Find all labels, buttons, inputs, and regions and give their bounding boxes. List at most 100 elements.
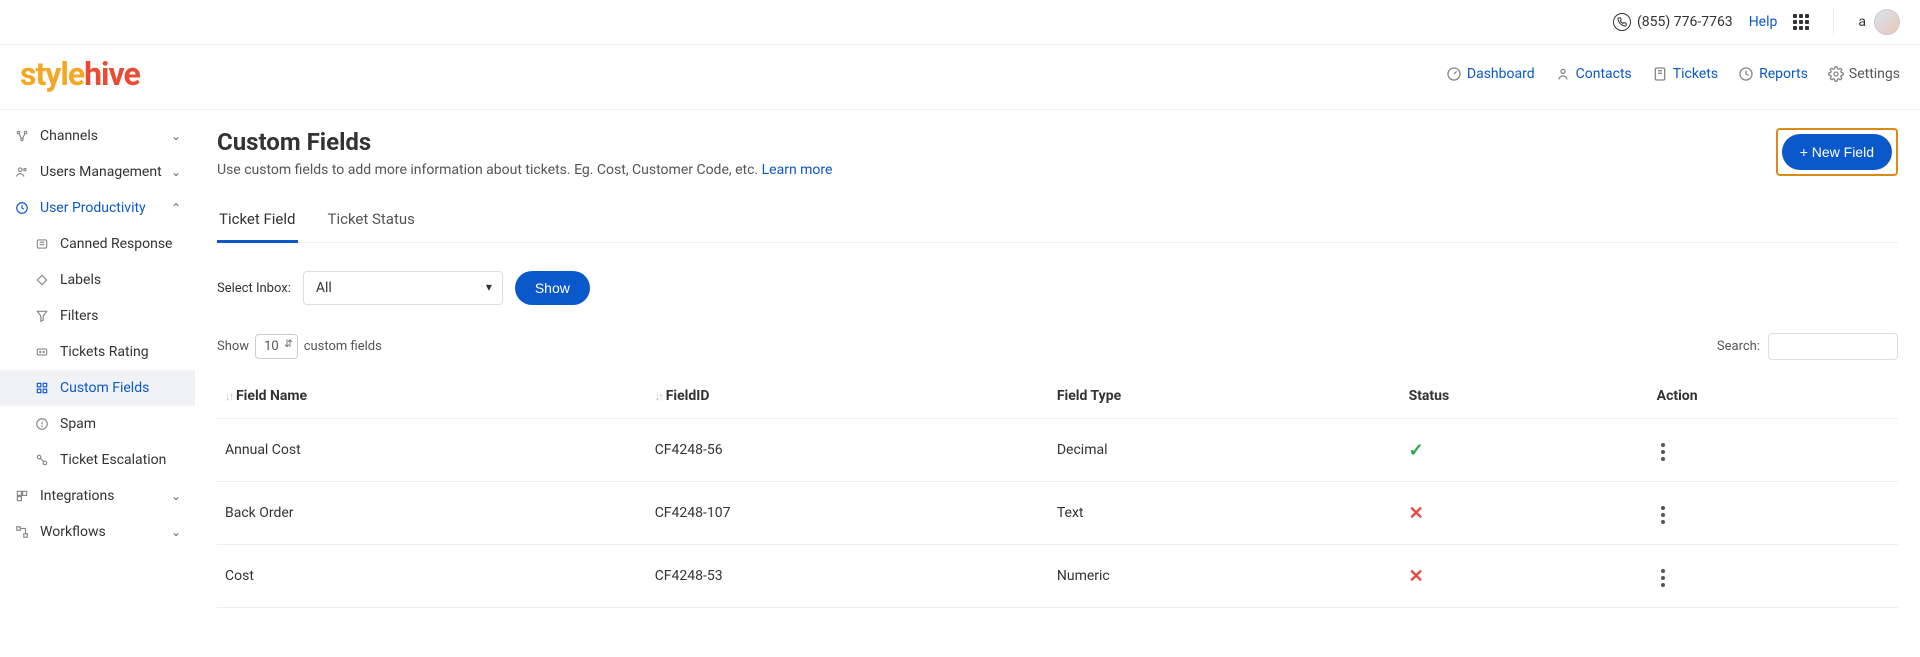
action-menu-button[interactable] (1657, 502, 1669, 528)
sidebar-integrations-label: Integrations (40, 488, 114, 504)
sidebar-sub-labels[interactable]: Labels (0, 262, 195, 298)
sidebar-sub-canned-response[interactable]: Canned Response (0, 226, 195, 262)
escalation-icon (34, 452, 50, 468)
sort-icon: ↓↑ (655, 390, 662, 403)
settings-icon (1828, 66, 1844, 82)
tab-ticket-field[interactable]: Ticket Field (217, 200, 298, 243)
page-subtitle-text: Use custom fields to add more informatio… (217, 162, 758, 178)
sidebar-custom-fields-label: Custom Fields (60, 380, 149, 396)
search-label: Search: (1717, 339, 1760, 354)
divider (1833, 8, 1834, 36)
table-tools: Show 10 custom fields Search: (217, 333, 1898, 360)
sidebar-sub-custom-fields[interactable]: Custom Fields (0, 370, 195, 406)
search-input[interactable] (1768, 333, 1898, 360)
sidebar-escalation-label: Ticket Escalation (60, 452, 166, 468)
sidebar-channels-label: Channels (40, 128, 98, 144)
workflows-icon (14, 524, 30, 540)
logo[interactable]: stylehive (20, 55, 140, 93)
nav-tickets[interactable]: Tickets (1652, 66, 1718, 82)
cell-field-type: Numeric (1049, 545, 1401, 608)
col-field-id[interactable]: ↓↑FieldID (647, 374, 1049, 419)
custom-fields-icon (34, 380, 50, 396)
main-content: Custom Fields Use custom fields to add m… (195, 110, 1920, 626)
cell-field-type: Text (1049, 482, 1401, 545)
dashboard-icon (1446, 66, 1462, 82)
sidebar-workflows-label: Workflows (40, 524, 106, 540)
sidebar-item-integrations[interactable]: Integrations ⌄ (0, 478, 195, 514)
chevron-down-icon: ⌄ (171, 525, 181, 539)
chevron-down-icon: ⌄ (171, 129, 181, 143)
filter-row: Select Inbox: All Show (217, 271, 1898, 305)
action-menu-button[interactable] (1657, 565, 1669, 591)
topbar: (855) 776-7763 Help a (0, 0, 1920, 45)
nav-reports[interactable]: Reports (1738, 66, 1808, 82)
rating-icon (34, 344, 50, 360)
apps-grid-icon[interactable] (1793, 14, 1809, 30)
users-icon (14, 164, 30, 180)
cell-status: ✕ (1401, 545, 1649, 608)
show-entries-label: Show (217, 339, 249, 354)
sidebar-item-workflows[interactable]: Workflows ⌄ (0, 514, 195, 550)
sidebar-rating-label: Tickets Rating (60, 344, 149, 360)
cell-field-type: Decimal (1049, 419, 1401, 482)
sidebar-spam-label: Spam (60, 416, 96, 432)
spam-icon (34, 416, 50, 432)
new-field-button[interactable]: + New Field (1782, 134, 1892, 170)
learn-more-link[interactable]: Learn more (762, 162, 833, 178)
nav-dashboard[interactable]: Dashboard (1446, 66, 1535, 82)
cell-action (1649, 419, 1898, 482)
nav-contacts[interactable]: Contacts (1555, 66, 1632, 82)
sidebar-sub-filters[interactable]: Filters (0, 298, 195, 334)
entries-select[interactable]: 10 (255, 334, 298, 359)
action-menu-button[interactable] (1657, 439, 1669, 465)
top-nav: Dashboard Contacts Tickets Reports Setti… (1446, 66, 1900, 82)
table-row: Back Order CF4248-107 Text ✕ (217, 482, 1898, 545)
sidebar-sub-ticket-escalation[interactable]: Ticket Escalation (0, 442, 195, 478)
nav-settings[interactable]: Settings (1828, 66, 1900, 82)
chevron-down-icon: ⌄ (171, 489, 181, 503)
header: stylehive Dashboard Contacts Tickets Rep… (0, 45, 1920, 109)
entries-suffix: custom fields (304, 339, 382, 354)
chevron-up-icon: ⌃ (171, 201, 181, 215)
col-status[interactable]: Status (1401, 374, 1649, 419)
user-menu[interactable]: a (1858, 9, 1900, 35)
sidebar-sub-tickets-rating[interactable]: Tickets Rating (0, 334, 195, 370)
help-link[interactable]: Help (1749, 14, 1778, 30)
nav-contacts-label: Contacts (1576, 66, 1632, 82)
tabs: Ticket Field Ticket Status (217, 200, 1898, 243)
cell-status: ✓ (1401, 419, 1649, 482)
sidebar-item-user-productivity[interactable]: User Productivity ⌃ (0, 190, 195, 226)
select-inbox-label: Select Inbox: (217, 281, 291, 296)
sort-icon: ↓↑ (225, 390, 232, 403)
select-inbox-dropdown[interactable]: All (303, 271, 503, 305)
page-subtitle: Use custom fields to add more informatio… (217, 162, 832, 178)
canned-icon (34, 236, 50, 252)
sidebar-sub-spam[interactable]: Spam (0, 406, 195, 442)
cell-field-name: Cost (217, 545, 647, 608)
tab-ticket-status[interactable]: Ticket Status (326, 200, 417, 242)
channels-icon (14, 128, 30, 144)
user-label: a (1858, 14, 1866, 30)
contacts-icon (1555, 66, 1571, 82)
sidebar-labels-label: Labels (60, 272, 101, 288)
select-inbox-value: All (316, 280, 332, 296)
show-button[interactable]: Show (515, 271, 590, 305)
nav-settings-label: Settings (1849, 66, 1900, 82)
cross-icon: ✕ (1409, 503, 1424, 524)
sidebar-item-users-management[interactable]: Users Management ⌄ (0, 154, 195, 190)
page-title: Custom Fields (217, 128, 832, 156)
productivity-icon (14, 200, 30, 216)
logo-part2: hive (84, 55, 140, 93)
table-row: Cost CF4248-53 Numeric ✕ (217, 545, 1898, 608)
sidebar-productivity-label: User Productivity (40, 200, 146, 216)
cell-field-id: CF4248-107 (647, 482, 1049, 545)
col-field-type[interactable]: Field Type (1049, 374, 1401, 419)
custom-fields-table: ↓↑Field Name ↓↑FieldID Field Type Status… (217, 374, 1898, 608)
sidebar-item-channels[interactable]: Channels ⌄ (0, 118, 195, 154)
col-field-name[interactable]: ↓↑Field Name (217, 374, 647, 419)
nav-dashboard-label: Dashboard (1467, 66, 1535, 82)
cell-action (1649, 482, 1898, 545)
labels-icon (34, 272, 50, 288)
chevron-down-icon: ⌄ (171, 165, 181, 179)
phone-icon (1613, 13, 1631, 31)
